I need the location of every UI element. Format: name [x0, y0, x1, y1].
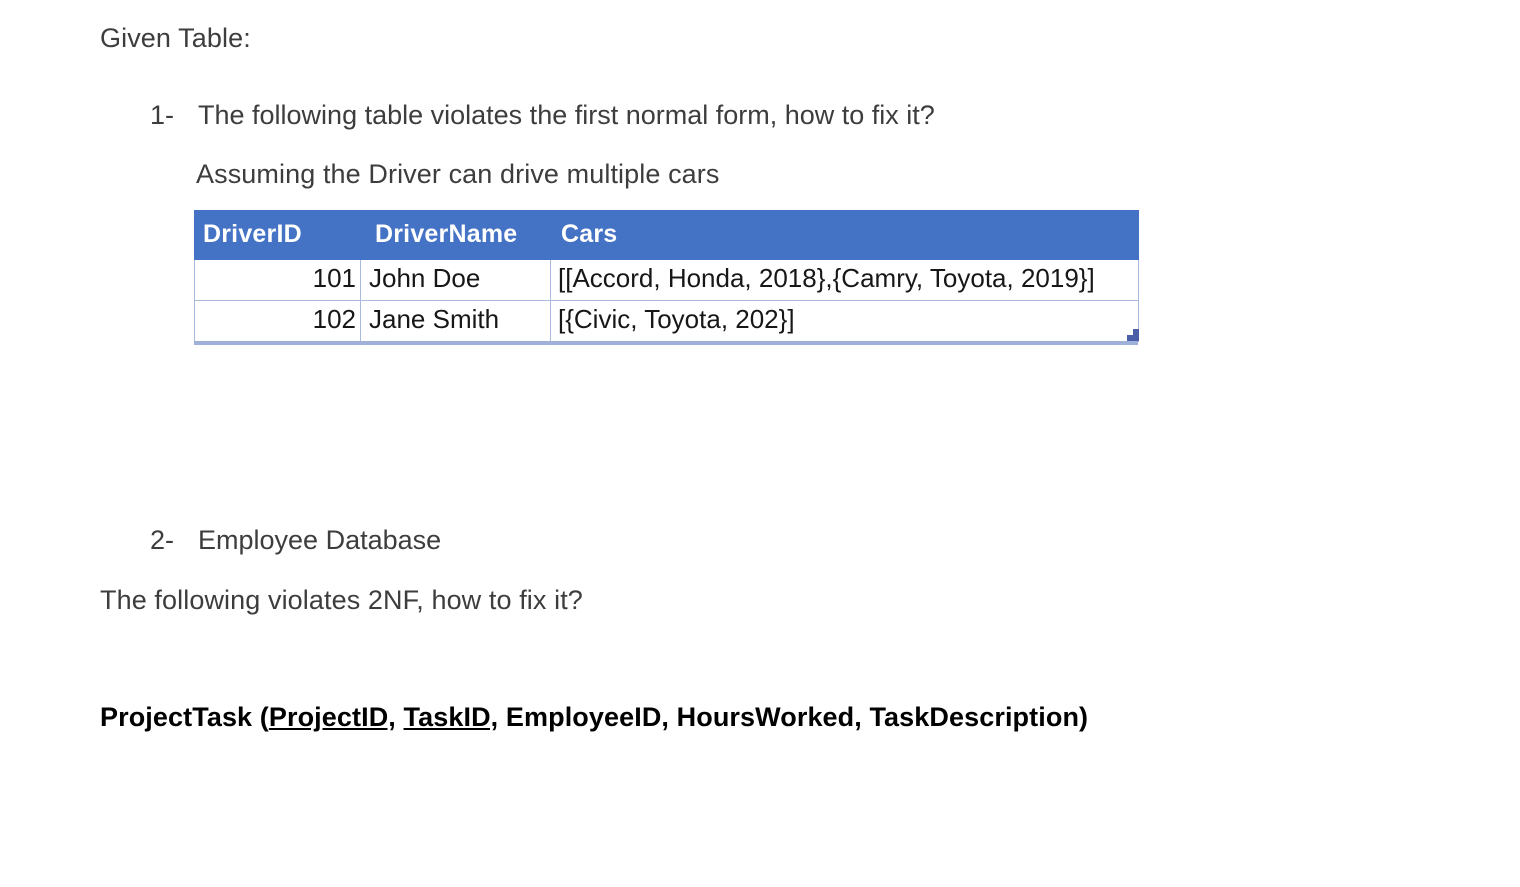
- question-2-note: The following violates 2NF, how to fix i…: [100, 585, 583, 615]
- question-1-text: The following table violates the first n…: [198, 100, 935, 130]
- driver-table: DriverID DriverName Cars 101 John Doe [[…: [194, 210, 1139, 345]
- table-row: 102 Jane Smith [{Civic, Toyota, 202}]: [194, 300, 1139, 342]
- schema-relation-name: ProjectTask: [100, 702, 253, 732]
- table-row: 101 John Doe [[Accord, Honda, 2018},{Cam…: [194, 259, 1139, 301]
- question-2-title: Employee Database: [198, 525, 442, 555]
- schema-primary-key-projectid: ProjectID,: [268, 702, 396, 732]
- cell-drivername: John Doe: [360, 259, 551, 301]
- column-header-driverid: DriverID: [194, 210, 361, 260]
- table-resize-handle-icon[interactable]: [1125, 327, 1139, 341]
- schema-open-paren: (: [252, 702, 269, 732]
- document-page: Given Table: 1- The following table viol…: [0, 0, 1520, 887]
- schema-definition: ProjectTask (ProjectID, TaskID, Employee…: [100, 702, 1088, 733]
- cell-driverid: 102: [194, 300, 361, 342]
- column-header-drivername: DriverName: [360, 210, 551, 260]
- column-header-cars: Cars: [550, 210, 1139, 260]
- cell-drivername: Jane Smith: [360, 300, 551, 342]
- schema-attributes: EmployeeID, HoursWorked, TaskDescription…: [498, 702, 1089, 732]
- schema-primary-key-taskid: TaskID,: [403, 702, 499, 732]
- list-item: 2- Employee Database: [150, 524, 441, 558]
- cell-driverid: 101: [194, 259, 361, 301]
- list-item: 1- The following table violates the firs…: [150, 99, 935, 133]
- table-header-row: DriverID DriverName Cars: [194, 210, 1139, 260]
- schema-separator-space: [396, 702, 404, 732]
- list-marker-2: 2-: [150, 525, 175, 555]
- list-marker-1: 1-: [150, 100, 175, 130]
- question-1-note: Assuming the Driver can drive multiple c…: [196, 159, 720, 189]
- cell-cars: [{Civic, Toyota, 202}]: [550, 300, 1139, 342]
- cell-cars: [[Accord, Honda, 2018},{Camry, Toyota, 2…: [550, 259, 1139, 301]
- page-title: Given Table:: [100, 23, 251, 53]
- driver-table-grid: DriverID DriverName Cars 101 John Doe [[…: [194, 210, 1139, 342]
